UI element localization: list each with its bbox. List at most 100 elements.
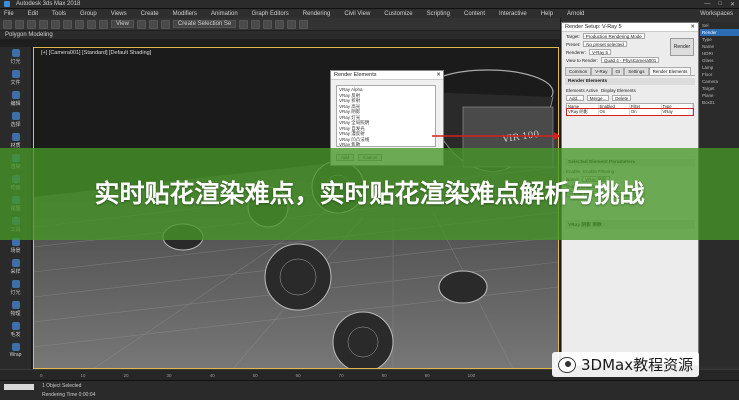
delete-element-button[interactable]: Delete	[612, 95, 632, 101]
target-dropdown[interactable]: Production Rendering Mode	[582, 33, 645, 39]
scale-icon[interactable]	[99, 19, 108, 29]
menu-item[interactable]: Edit	[28, 11, 38, 17]
render-setup-tab[interactable]: GI	[611, 67, 625, 75]
menu-item[interactable]: Create	[141, 11, 159, 17]
menu-item[interactable]: Arnold	[567, 11, 584, 17]
menu-item[interactable]: Civil View	[344, 11, 370, 17]
leftbar-item[interactable]: 编辑	[0, 89, 31, 107]
outliner-item[interactable]: Name	[700, 43, 739, 50]
add-element-button[interactable]: Add...	[566, 95, 584, 101]
menu-item[interactable]: Modifiers	[173, 11, 197, 17]
leftbar-item[interactable]: 毛发	[0, 320, 31, 338]
link-icon[interactable]	[27, 19, 36, 29]
leftbar-item[interactable]: 选择	[0, 110, 31, 128]
material-editor-icon[interactable]	[263, 19, 273, 29]
leftbar-item[interactable]: 材质	[0, 131, 31, 149]
mirror-icon[interactable]	[239, 19, 249, 29]
outliner-item[interactable]: Plane	[700, 92, 739, 99]
render-setup-close-button[interactable]: ✕	[687, 24, 698, 30]
elements-options-row: Elements Active Display Elements	[562, 87, 698, 94]
render-icon[interactable]	[299, 19, 309, 29]
selection-status: 1 Object Selected	[42, 383, 82, 389]
elements-active-checkbox[interactable]: Elements Active	[566, 88, 598, 93]
angle-snap-icon[interactable]	[148, 19, 158, 29]
tool-icon	[11, 112, 20, 120]
percent-snap-icon[interactable]	[160, 19, 170, 29]
outliner-item[interactable]: Box01	[700, 99, 739, 106]
leftbar-item-label: Wrap	[9, 352, 22, 358]
leftbar-item[interactable]: 文件	[0, 68, 31, 86]
outliner-item[interactable]: Type	[700, 36, 739, 43]
outliner-item[interactable]: Camera	[700, 78, 739, 85]
menu-item[interactable]: Content	[464, 11, 485, 17]
snap-icon[interactable]	[136, 19, 146, 29]
render-button[interactable]: Render	[670, 38, 694, 56]
view-dropdown[interactable]: Quad 4 - PhysCamera001	[600, 57, 660, 63]
timeline-tick-label: 20	[123, 372, 129, 378]
maxscript-listener[interactable]	[4, 384, 34, 390]
leftbar-item-label: 物理	[10, 311, 21, 317]
outliner-item[interactable]: Render	[700, 29, 739, 36]
undo-icon[interactable]	[3, 19, 12, 29]
view-dropdown[interactable]: View	[111, 20, 134, 28]
outliner-item[interactable]: Glass	[700, 57, 739, 64]
leftbar-item[interactable]: 物理	[0, 299, 31, 317]
outliner-item[interactable]: HDRI	[700, 50, 739, 57]
unlink-icon[interactable]	[39, 19, 48, 29]
view-label: View to Render:	[566, 57, 598, 63]
viewport-label[interactable]: [+] [Camera001] [Standard] [Default Shad…	[41, 50, 151, 56]
menu-item[interactable]: Rendering	[303, 11, 331, 17]
render-setup-tab[interactable]: Render Elements	[648, 67, 692, 75]
render-elements-title: Render Elements	[334, 72, 377, 78]
outliner-item[interactable]: Target	[700, 85, 739, 92]
outliner-item[interactable]: Lamp	[700, 64, 739, 71]
render-elements-close-button[interactable]: ✕	[434, 72, 443, 78]
menu-item[interactable]: Graph Editors	[252, 11, 289, 17]
timeline-tick-label: 50	[252, 372, 258, 378]
leftbar-item[interactable]: Wrap	[0, 341, 31, 358]
outliner-item[interactable]: Sel	[700, 22, 739, 29]
leftbar-item[interactable]: 灯光	[0, 278, 31, 296]
redo-icon[interactable]	[15, 19, 24, 29]
rotate-icon[interactable]	[87, 19, 96, 29]
tool-icon	[11, 301, 20, 309]
maximize-button[interactable]: □	[718, 1, 722, 8]
menu-item[interactable]: Views	[111, 11, 127, 17]
renderer-dropdown[interactable]: V-Ray 5	[589, 49, 612, 55]
menu-item[interactable]: Interactive	[499, 11, 527, 17]
render-setup-tab[interactable]: Settings	[624, 67, 649, 75]
move-icon[interactable]	[75, 19, 84, 29]
workspaces-label[interactable]: Workspaces	[700, 11, 733, 17]
selection-set-dropdown[interactable]: Create Selection Se	[172, 20, 237, 28]
menu-item[interactable]: Scripting	[427, 11, 450, 17]
outliner-item[interactable]: Floor	[700, 71, 739, 78]
render-elements-section[interactable]: Render Elements	[565, 78, 695, 85]
display-elements-checkbox[interactable]: Display Elements	[601, 88, 636, 93]
render-setup-tab[interactable]: Common	[565, 67, 592, 75]
merge-element-button[interactable]: Merge...	[586, 95, 610, 101]
menu-item[interactable]: Animation	[211, 11, 238, 17]
menu-item[interactable]: Customize	[384, 11, 412, 17]
preset-dropdown[interactable]: No preset selected	[583, 41, 627, 47]
select-icon[interactable]	[51, 19, 60, 29]
leftbar-item[interactable]: 采样	[0, 257, 31, 275]
render-frame-icon[interactable]	[287, 19, 297, 29]
menu-item[interactable]: Tools	[52, 11, 66, 17]
align-icon[interactable]	[251, 19, 261, 29]
leftbar-item[interactable]: 灯光	[0, 47, 31, 65]
menu-item[interactable]: Group	[80, 11, 97, 17]
close-window-button[interactable]: ✕	[730, 1, 735, 8]
render-elements-list[interactable]: VRay Alpha VRay 反射 VRay 折射 VRay 高光 VRay 阴影 VR…	[336, 85, 436, 147]
render-setup-tab[interactable]: V-Ray	[591, 67, 612, 75]
menu-item[interactable]: Help	[541, 11, 553, 17]
leftbar-item-label: 灯光	[10, 59, 21, 65]
select-by-name-icon[interactable]	[63, 19, 72, 29]
render-element-item[interactable]: VRay 焦散	[339, 142, 433, 146]
menu-item[interactable]: File	[4, 11, 14, 17]
minimize-button[interactable]: —	[704, 1, 710, 8]
ribbon-tab-polygon-modeling[interactable]: Polygon Modeling	[5, 32, 53, 38]
leftbar-item-label: 编辑	[10, 101, 21, 107]
status-bar: 1 Object Selected Rendering Time 0:00:04	[0, 380, 739, 400]
render-setup-icon[interactable]	[275, 19, 285, 29]
elements-table-row[interactable]: VRay 阴影 On On VRay	[566, 108, 694, 116]
